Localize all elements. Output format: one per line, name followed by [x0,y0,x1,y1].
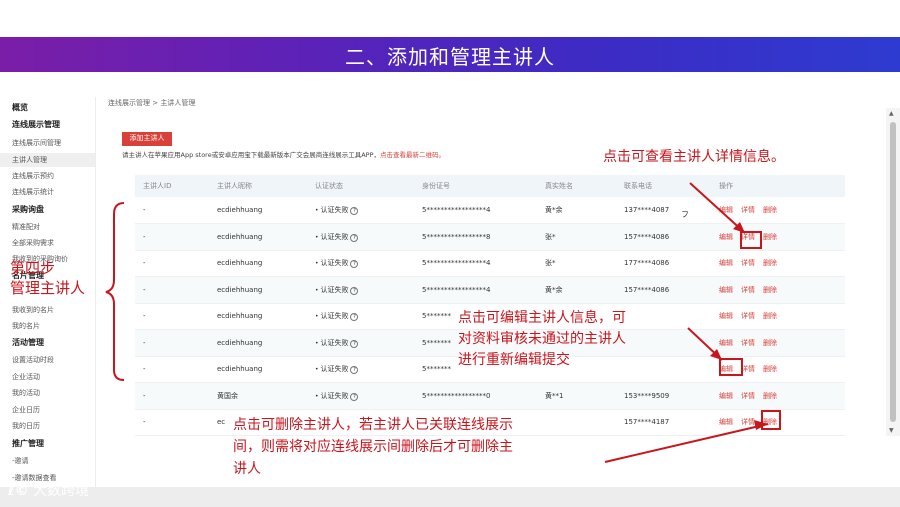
step-brace [105,202,125,381]
delete-arrow [604,423,769,463]
delete-annotation: 点击可删除主讲人，若主讲人已关联连线展示 间，则需将对应连线展示间删除后才可删除… [233,414,513,480]
edit-annotation: 点击可编辑主讲人信息，可 对资料审核未通过的主讲人 进行重新编辑提交 [458,308,626,371]
logo-mark-icon: ℓ© [8,483,29,499]
edit-annotation-line-2: 对资料审核未通过的主讲人 [458,331,626,347]
logo-text: 大数跨境 [33,483,90,499]
edit-annotation-line-1: 点击可编辑主讲人信息，可 [458,310,626,326]
footer-bar [0,487,900,507]
detail-annotation: 点击可查看主讲人详情信息。 [603,149,785,165]
step-label: 第四步 管理主讲人 [10,258,85,298]
step-title: 管理主讲人 [10,279,86,297]
step-number: 第四步 [10,259,56,277]
delete-annotation-line-3: 讲人 [233,461,261,477]
stray-mark: フ [681,210,689,219]
delete-annotation-line-1: 点击可删除主讲人，若主讲人已关联连线展示 [233,417,513,433]
delete-arrowhead [754,420,768,430]
delete-annotation-line-2: 间，则需将对应连线展示间删除后才可删除主 [233,439,513,455]
edit-annotation-line-3: 进行重新编辑提交 [458,352,570,368]
watermark-logo: ℓ© 大数跨境 [8,480,89,500]
